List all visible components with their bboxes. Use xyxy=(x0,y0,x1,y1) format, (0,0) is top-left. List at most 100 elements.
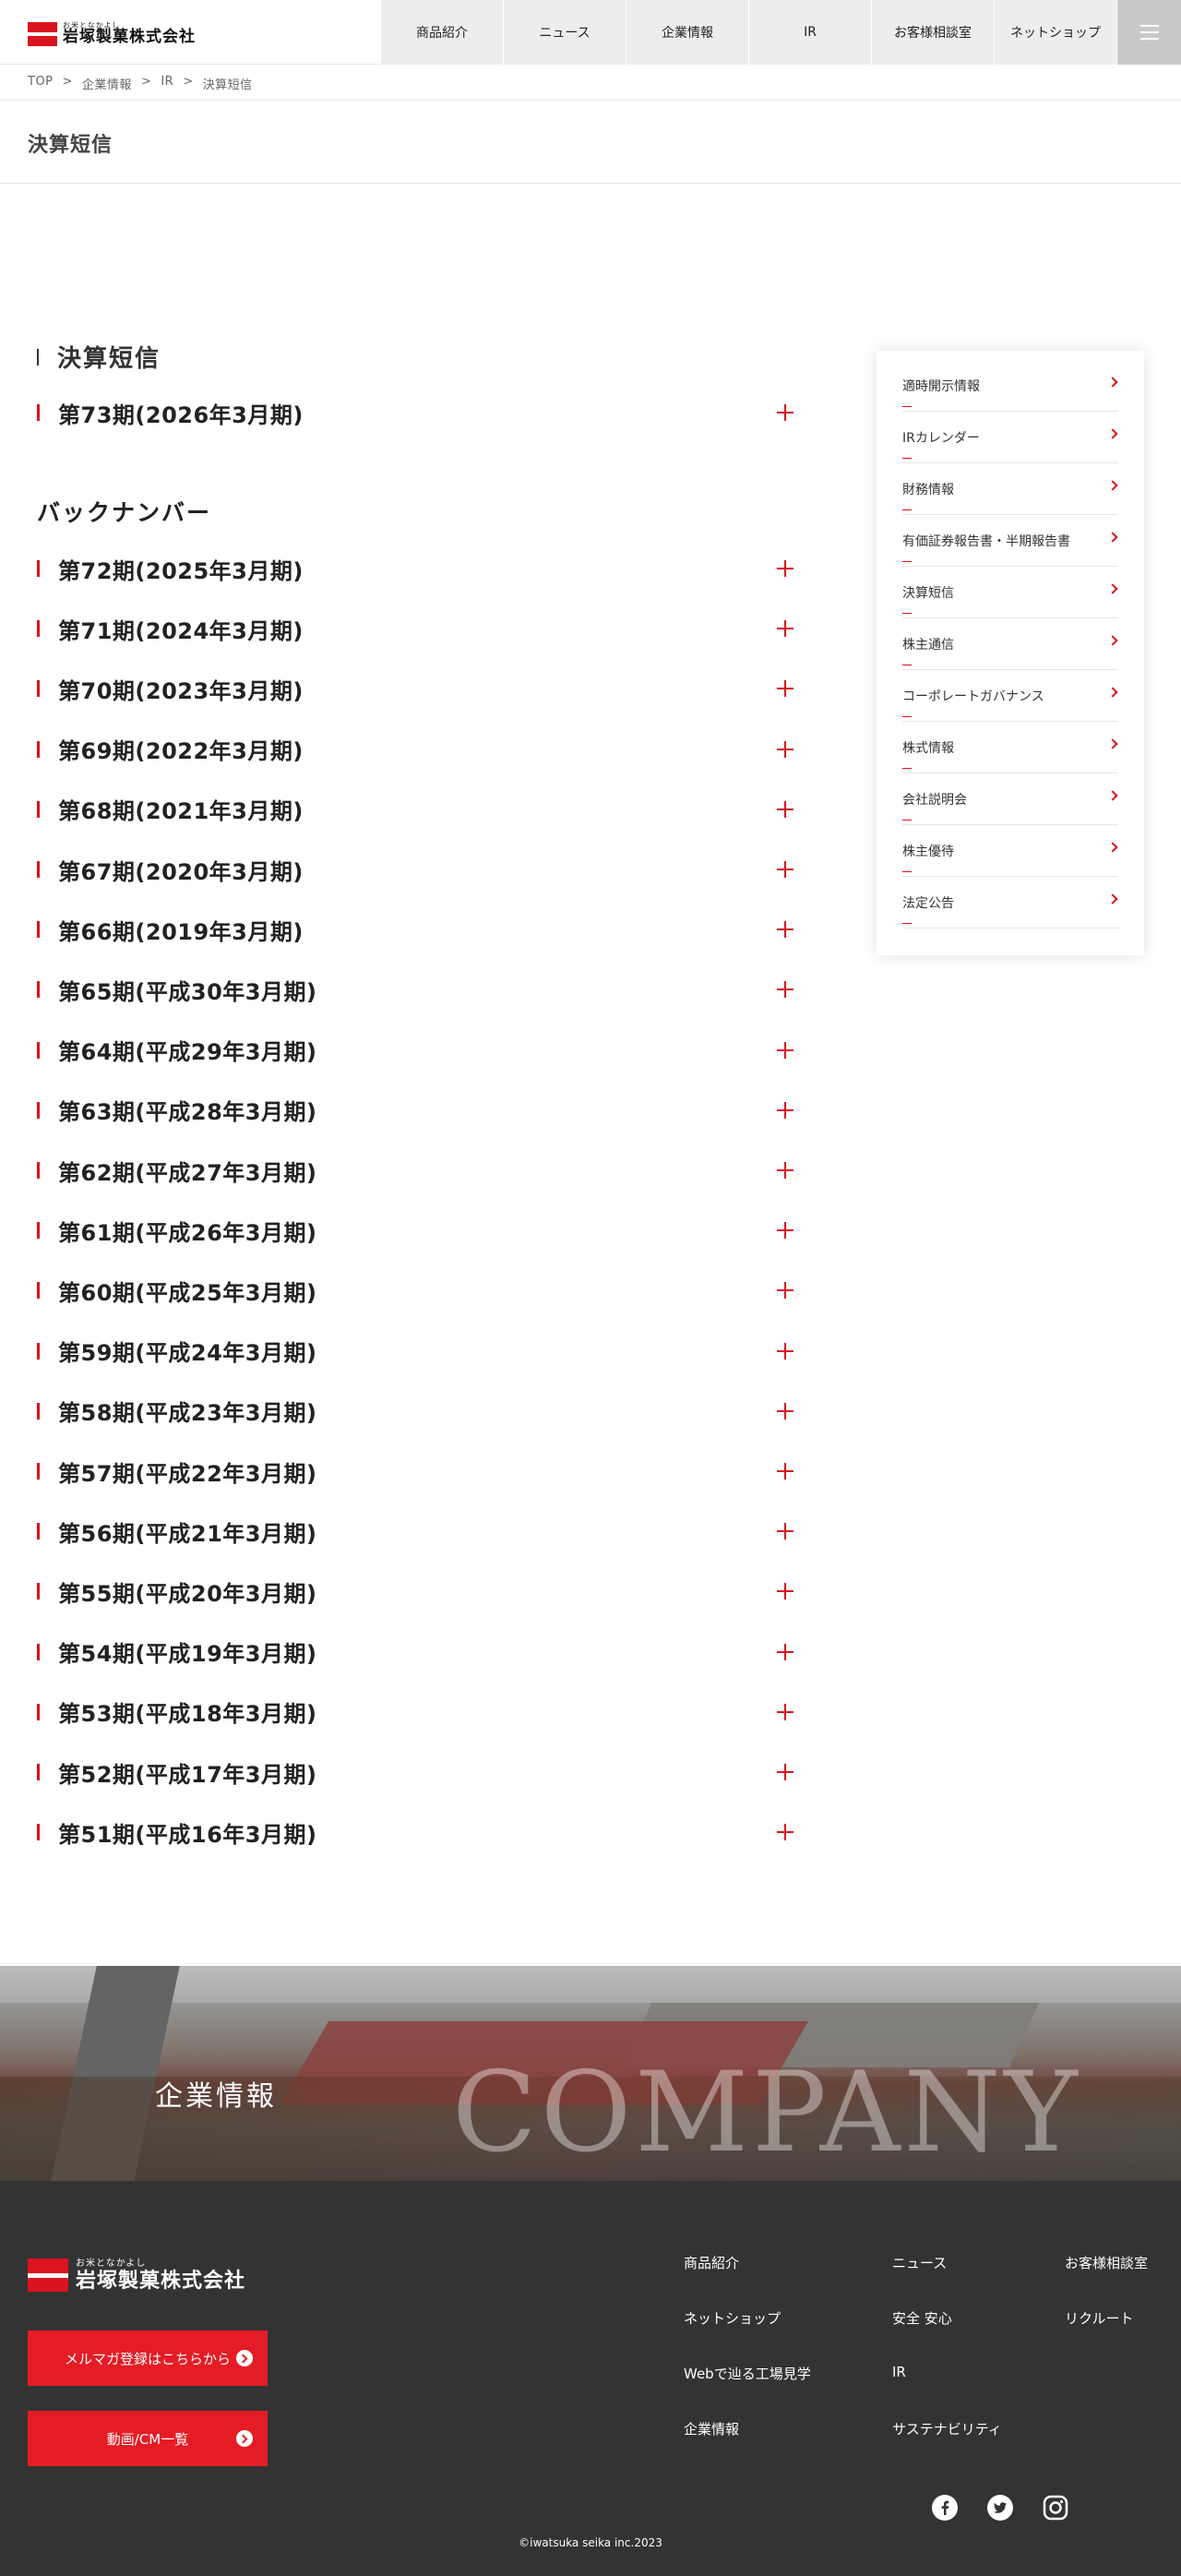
side-nav-label: 株主優待 xyxy=(902,844,954,859)
ir-side-nav: 適時開示情報 IRカレンダー 財務情報 有価証券報告書・半期報告書 決算短信 株主通信 コー… xyxy=(877,351,1144,955)
accordion-item[interactable]: 第53期(平成18年3月期) xyxy=(37,1694,793,1731)
accordion-item[interactable]: 第71期(2024年3月期) xyxy=(37,610,793,647)
plus-icon[interactable] xyxy=(777,1703,793,1720)
plus-icon[interactable] xyxy=(777,921,793,939)
plus-icon[interactable] xyxy=(777,1342,793,1360)
side-nav-item[interactable]: IRカレンダー xyxy=(902,412,1118,463)
accordion-item[interactable]: 第60期(平成25年3月期) xyxy=(37,1272,793,1309)
accordion-item[interactable]: 第64期(平成29年3月期) xyxy=(37,1032,793,1069)
plus-icon[interactable] xyxy=(777,620,793,638)
footer-link-sustainability[interactable]: サステナビリティ xyxy=(892,2419,1002,2438)
twitter-icon[interactable] xyxy=(987,2495,1013,2521)
side-nav-item[interactable]: 財務情報 xyxy=(902,463,1118,515)
hamburger-menu-button[interactable] xyxy=(1116,0,1181,65)
side-nav-item[interactable]: 適時開示情報 xyxy=(902,360,1118,412)
plus-icon[interactable] xyxy=(777,800,793,818)
facebook-icon[interactable] xyxy=(932,2495,958,2521)
footer-link-products[interactable]: 商品紹介 xyxy=(684,2253,739,2272)
plus-icon[interactable] xyxy=(777,1583,793,1600)
accordion-bar xyxy=(37,1282,40,1300)
nav-shop[interactable]: ネットショップ xyxy=(994,0,1116,65)
video-cm-button[interactable]: 動画/CM一覧 xyxy=(28,2411,268,2466)
side-nav-item[interactable]: 株主通信 xyxy=(902,618,1118,670)
plus-icon[interactable] xyxy=(777,1824,793,1841)
accordion-item[interactable]: 第72期(2025年3月期) xyxy=(37,550,793,587)
accordion-item[interactable]: 第55期(平成20年3月期) xyxy=(37,1573,793,1610)
chevron-right-icon xyxy=(1107,738,1118,749)
plus-icon[interactable] xyxy=(777,680,793,698)
accordion-item[interactable]: 第54期(平成19年3月期) xyxy=(37,1634,793,1671)
plus-icon[interactable] xyxy=(777,1101,793,1119)
plus-icon[interactable] xyxy=(777,560,793,577)
nav-ir[interactable]: IR xyxy=(748,0,871,65)
plus-icon[interactable] xyxy=(777,1523,793,1540)
newsletter-button[interactable]: メルマガ登録はこちらから xyxy=(28,2330,268,2386)
accordion-item[interactable]: 第56期(平成21年3月期) xyxy=(37,1513,793,1550)
footer-link-safety[interactable]: 安全 安心 xyxy=(892,2308,952,2328)
accordion-item[interactable]: 第65期(平成30年3月期) xyxy=(37,971,793,1008)
accordion-item[interactable]: 第52期(平成17年3月期) xyxy=(37,1754,793,1791)
accordion-item[interactable]: 第58期(平成23年3月期) xyxy=(37,1393,793,1430)
plus-icon[interactable] xyxy=(777,861,793,878)
footer-link-company[interactable]: 企業情報 xyxy=(684,2419,739,2438)
side-nav-label: 会社説明会 xyxy=(902,792,967,808)
side-nav-item[interactable]: 株主優待 xyxy=(902,825,1118,877)
breadcrumb-top[interactable]: TOP xyxy=(28,75,54,92)
accordion-item[interactable]: 第66期(2019年3月期) xyxy=(37,911,793,948)
accordion-item[interactable]: 第57期(平成22年3月期) xyxy=(37,1453,793,1490)
accordion-label: 第68期(2021年3月期) xyxy=(58,798,304,825)
footer-logo[interactable]: お米となかよし 岩塚製菓株式会社 xyxy=(28,2255,245,2295)
accordion-item[interactable]: 第68期(2021年3月期) xyxy=(37,791,793,828)
plus-icon[interactable] xyxy=(777,1162,793,1179)
accent-dash xyxy=(902,820,912,821)
accordion-item[interactable]: 第63期(平成28年3月期) xyxy=(37,1092,793,1129)
side-nav-item[interactable]: 法定公告 xyxy=(902,877,1118,929)
accent-dash xyxy=(902,871,912,872)
plus-icon[interactable] xyxy=(777,404,793,421)
accordion-item[interactable]: 第67期(2020年3月期) xyxy=(37,851,793,888)
chevron-right-icon xyxy=(1107,583,1118,594)
accordion-label: 第69期(2022年3月期) xyxy=(58,738,304,765)
footer-link-support[interactable]: お客様相談室 xyxy=(1065,2253,1148,2272)
plus-icon[interactable] xyxy=(777,1764,793,1780)
side-nav-item[interactable]: 株式情報 xyxy=(902,722,1118,773)
footer-link-shop[interactable]: ネットショップ xyxy=(684,2308,781,2328)
breadcrumb-ir[interactable]: IR xyxy=(161,75,173,92)
site-logo[interactable]: お米となかよし 岩塚製菓株式会社 xyxy=(28,18,196,48)
breadcrumb-company[interactable]: 企業情報 xyxy=(82,75,132,92)
accordion-current[interactable]: 第73期(2026年3月期) xyxy=(37,394,793,431)
nav-news[interactable]: ニュース xyxy=(503,0,626,65)
chevron-right-icon xyxy=(1107,790,1118,801)
global-nav: 商品紹介 ニュース 企業情報 IR お客様相談室 ネットショップ xyxy=(380,0,1181,65)
plus-icon[interactable] xyxy=(777,1222,793,1240)
side-nav-item[interactable]: コーポレートガバナンス xyxy=(902,670,1118,722)
footer-link-news[interactable]: ニュース xyxy=(892,2253,947,2272)
footer-link-recruit[interactable]: リクルート xyxy=(1065,2308,1134,2328)
accordion-item[interactable]: 第70期(2023年3月期) xyxy=(37,670,793,707)
accordion-item[interactable]: 第62期(平成27年3月期) xyxy=(37,1152,793,1189)
plus-icon[interactable] xyxy=(777,1402,793,1420)
plus-icon[interactable] xyxy=(777,1643,793,1660)
nav-company[interactable]: 企業情報 xyxy=(626,0,748,65)
plus-icon[interactable] xyxy=(777,1282,793,1300)
plus-icon[interactable] xyxy=(777,740,793,758)
nav-products[interactable]: 商品紹介 xyxy=(380,0,503,65)
accordion-label: 第51期(平成16年3月期) xyxy=(58,1821,317,1848)
accordion-item[interactable]: 第51期(平成16年3月期) xyxy=(37,1814,793,1851)
side-nav-item[interactable]: 有価証券報告書・半期報告書 xyxy=(902,515,1118,567)
accordion-item[interactable]: 第59期(平成24年3月期) xyxy=(37,1333,793,1370)
accordion-item[interactable]: 第69期(2022年3月期) xyxy=(37,731,793,768)
plus-icon[interactable] xyxy=(777,981,793,999)
instagram-icon[interactable] xyxy=(1043,2495,1068,2521)
company-banner[interactable]: COMPANY 企業情報 xyxy=(0,1966,1181,2181)
accordion-label: 第58期(平成23年3月期) xyxy=(58,1400,317,1427)
side-nav-item[interactable]: 決算短信 xyxy=(902,567,1118,618)
plus-icon[interactable] xyxy=(777,1463,793,1480)
nav-support[interactable]: お客様相談室 xyxy=(871,0,994,65)
footer-link-ir[interactable]: IR xyxy=(892,2364,906,2380)
plus-icon[interactable] xyxy=(777,1041,793,1059)
footer-link-factory-tour[interactable]: Webで辿る工場見学 xyxy=(684,2364,811,2383)
accordion-item[interactable]: 第61期(平成26年3月期) xyxy=(37,1212,793,1249)
footer-logo-ruby: お米となかよし xyxy=(76,2258,147,2269)
side-nav-item[interactable]: 会社説明会 xyxy=(902,773,1118,825)
